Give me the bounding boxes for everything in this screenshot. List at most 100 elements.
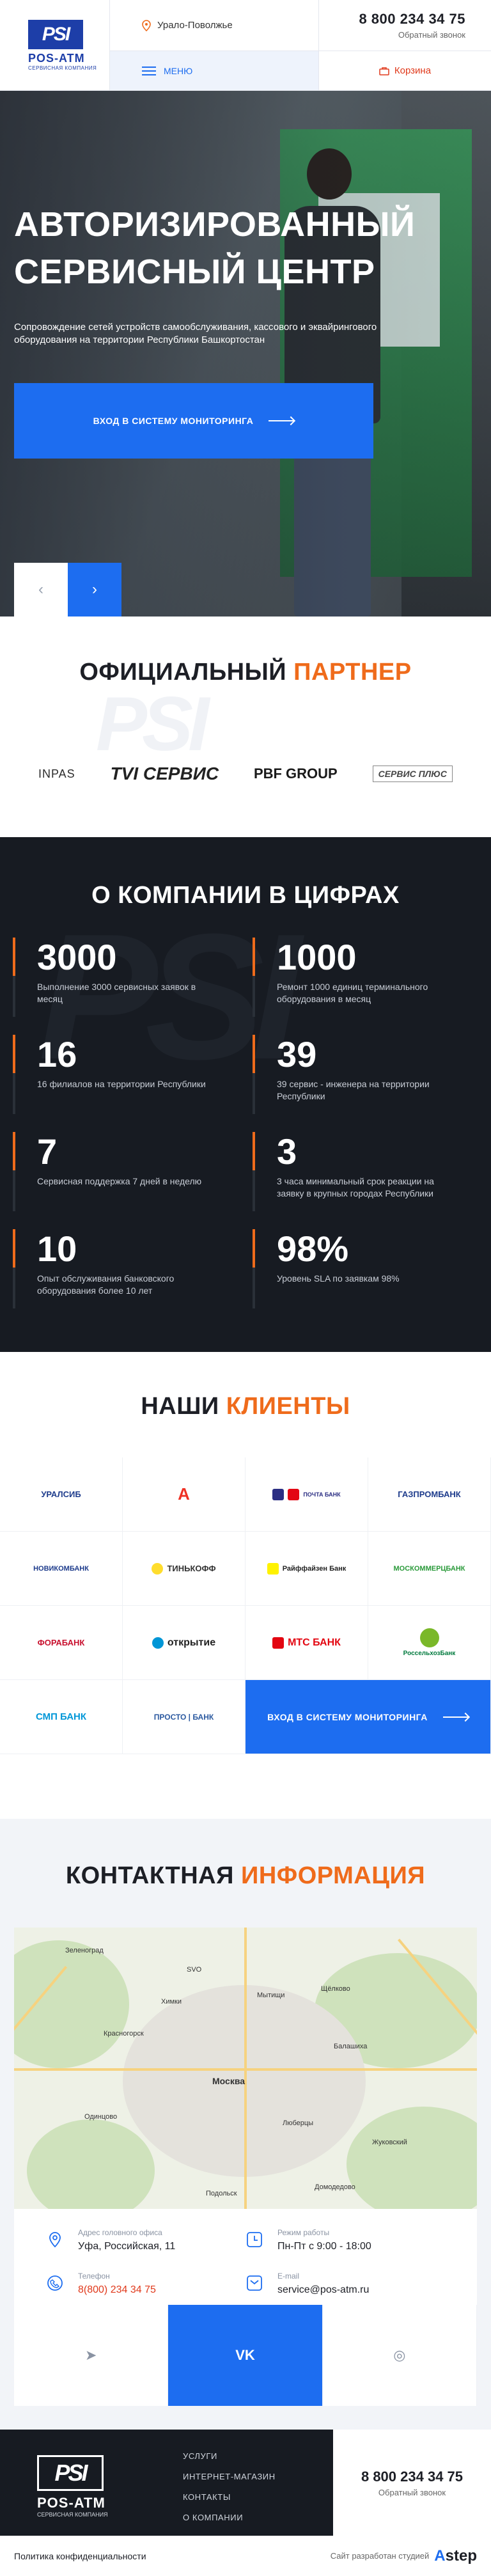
hero-slider-nav: ‹ › <box>14 563 121 617</box>
client-logo-novikombank[interactable]: НОВИКОМБАНК <box>0 1532 123 1606</box>
header-right: 8 800 234 34 75 Обратный звонок Корзина <box>318 0 491 90</box>
client-logo-tinkoff[interactable]: ТИНЬКОФФ <box>123 1532 246 1606</box>
partner-logo-inpas[interactable]: INPAS <box>38 767 75 781</box>
client-logo-rosselkhozbank[interactable]: РоссельхозБанк <box>368 1606 491 1680</box>
partner-logo-servis-plus[interactable]: СЕРВИС ПЛЮС <box>372 766 453 782</box>
rosselkhoz-icon <box>419 1628 439 1647</box>
instagram-icon: ◎ <box>393 2347 406 2363</box>
footer-link-services[interactable]: УСЛУГИ <box>183 2451 276 2461</box>
stat-text: Уровень SLA по заявкам 98% <box>277 1273 400 1284</box>
client-logo-moskommertsbank[interactable]: МОСКОММЕРЦБАНК <box>368 1532 491 1606</box>
client-name: ФОРАБАНК <box>37 1638 85 1647</box>
client-logo-mts[interactable]: МТС БАНК <box>246 1606 368 1680</box>
slider-next-button[interactable]: › <box>68 563 121 617</box>
map-label: Щёлково <box>321 1985 350 1993</box>
mail-icon <box>247 2275 262 2291</box>
hero-title: АВТОРИЗИРОВАННЫЙ СЕРВИСНЫЙ ЦЕНТР <box>14 205 416 291</box>
page: PSI POS-ATM СЕРВИСНАЯ КОМПАНИЯ Урало-Пов… <box>0 0 491 2576</box>
map-label: Химки <box>161 1998 182 2006</box>
phone-block: Телефон 8(800) 234 34 75 <box>46 2272 246 2301</box>
footer-link-contacts[interactable]: КОНТАКТЫ <box>183 2492 276 2502</box>
stat-text: 39 сервис - инженера на территории Респу… <box>277 1079 430 1101</box>
map[interactable]: Москва Зеленоград Химки Мытищи Щёлково Б… <box>14 1928 477 2209</box>
map-label: Красногорск <box>104 2030 144 2038</box>
client-logo-forabank[interactable]: ФОРАБАНК <box>0 1606 123 1680</box>
stat-number: 1000 <box>277 937 357 977</box>
client-name: СМП БАНК <box>35 1711 87 1722</box>
logo[interactable]: PSI POS-ATM СЕРВИСНАЯ КОМПАНИЯ <box>0 0 110 90</box>
clients-title-main: НАШИ <box>141 1393 219 1420</box>
stat-number: 98% <box>277 1229 349 1269</box>
client-logo-alfa[interactable]: А <box>123 1457 246 1532</box>
contacts-title-accent: ИНФОРМАЦИЯ <box>241 1862 426 1889</box>
stats-grid: 3000 Выполнение 3000 сервисных заявок в м… <box>0 938 491 1326</box>
telegram-button[interactable]: ➤ <box>14 2305 169 2406</box>
social-links: ➤ VK ◎ <box>14 2305 477 2406</box>
client-logo-otkritie[interactable]: открытие <box>123 1606 246 1680</box>
cart-button[interactable]: Корзина <box>319 51 491 90</box>
header-phone[interactable]: 8 800 234 34 75 <box>359 11 465 27</box>
privacy-policy-link[interactable]: Политика конфиденциальности <box>14 2551 146 2561</box>
header-middle: Урало-Поволжье МЕНЮ <box>110 0 318 90</box>
instagram-button[interactable]: ◎ <box>322 2305 477 2406</box>
slider-prev-button[interactable]: ‹ <box>14 563 68 617</box>
map-road <box>244 1928 247 2209</box>
footer-phone[interactable]: 8 800 234 34 75 <box>361 2469 463 2485</box>
map-label: Жуковский <box>372 2139 407 2146</box>
client-name: УРАЛСИБ <box>41 1489 81 1499</box>
footer-bottom: Политика конфиденциальности Сайт разрабо… <box>0 2536 491 2576</box>
header-phone-block: 8 800 234 34 75 Обратный звонок <box>319 0 491 51</box>
arrow-right-icon <box>269 420 295 421</box>
footer-phone-block: 8 800 234 34 75 Обратный звонок <box>333 2430 491 2536</box>
region-selector[interactable]: Урало-Поволжье <box>110 0 318 51</box>
map-label: Мытищи <box>257 1991 285 1999</box>
stat-text: Сервисная поддержка 7 дней в неделю <box>37 1176 202 1186</box>
client-logo-smp[interactable]: СМП БАНК <box>0 1680 123 1754</box>
map-label: Зеленоград <box>65 1947 104 1954</box>
footer-callback-link[interactable]: Обратный звонок <box>378 2488 446 2497</box>
footer-link-about[interactable]: О КОМПАНИИ <box>183 2513 276 2522</box>
hero-banner: АВТОРИЗИРОВАННЫЙ СЕРВИСНЫЙ ЦЕНТР Сопрово… <box>0 91 491 617</box>
client-logo-pochta[interactable]: ПОЧТА БАНК <box>246 1457 368 1532</box>
header: PSI POS-ATM СЕРВИСНАЯ КОМПАНИЯ Урало-Пов… <box>0 0 491 91</box>
stat-number: 10 <box>37 1229 77 1269</box>
contacts-section: КОНТАКТНАЯ ИНФОРМАЦИЯ Москва Зеленоград … <box>0 1819 491 2307</box>
partners-section: PSI ОФИЦИАЛЬНЫЙ ПАРТНЕР INPAS TVI СЕРВИС… <box>0 617 491 837</box>
partner-logo-pbf[interactable]: PBF GROUP <box>254 766 338 782</box>
footer-link-shop[interactable]: ИНТЕРНЕТ-МАГАЗИН <box>183 2472 276 2481</box>
stats-title: О КОМПАНИИ В ЦИФРАХ <box>91 882 400 909</box>
phone-value[interactable]: 8(800) 234 34 75 <box>78 2284 156 2296</box>
stat-item: 7 Сервисная поддержка 7 дней в неделю <box>13 1132 253 1229</box>
client-logo-gazprombank[interactable]: ГАЗПРОМБАНК <box>368 1457 491 1532</box>
address-value: Уфа, Российская, 11 <box>78 2241 176 2252</box>
clients-monitoring-button[interactable]: ВХОД В СИСТЕМУ МОНИТОРИНГА <box>246 1680 491 1754</box>
client-logo-grid: УРАЛСИБ А ПОЧТА БАНК ГАЗПРОМБАНК НОВИКОМ… <box>0 1457 491 1754</box>
hero-overlay <box>0 91 491 617</box>
map-forest <box>27 2119 155 2209</box>
contacts-title-main: КОНТАКТНАЯ <box>65 1862 234 1889</box>
vk-button[interactable]: VK <box>168 2305 323 2406</box>
client-logo-prosto[interactable]: ПРОСТО | БАНК <box>123 1680 246 1754</box>
developer-label: Сайт разработан студией <box>330 2551 430 2561</box>
developer-credit[interactable]: Сайт разработан студией Astep <box>331 2547 477 2565</box>
telegram-icon: ➤ <box>84 2347 97 2363</box>
client-logo-raiffeisen[interactable]: Райффайзен Банк <box>246 1532 368 1606</box>
monitoring-login-button[interactable]: ВХОД В СИСТЕМУ МОНИТОРИНГА <box>14 383 373 459</box>
map-label: Одинцово <box>84 2113 118 2121</box>
cart-icon <box>379 67 389 75</box>
stat-text: Опыт обслуживания банковского оборудован… <box>37 1273 175 1296</box>
callback-link[interactable]: Обратный звонок <box>398 30 465 40</box>
map-forest <box>14 1940 129 2068</box>
menu-button[interactable]: МЕНЮ <box>110 51 318 90</box>
clients-title: НАШИ КЛИЕНТЫ <box>0 1352 491 1420</box>
stat-text: Ремонт 1000 единиц терминального оборудо… <box>277 982 428 1004</box>
partner-logo-tvi[interactable]: TVI СЕРВИС <box>111 764 219 784</box>
client-name: ПОЧТА БАНК <box>303 1491 341 1498</box>
monitoring-login-label: ВХОД В СИСТЕМУ МОНИТОРИНГА <box>93 416 254 426</box>
footer-logo[interactable]: PSI POS-ATM СЕРВИСНАЯ КОМПАНИЯ <box>37 2455 120 2518</box>
stat-item: 3000 Выполнение 3000 сервисных заявок в м… <box>13 938 253 1035</box>
email-value[interactable]: service@pos-atm.ru <box>277 2284 369 2296</box>
map-label: SVO <box>187 1966 202 1974</box>
client-logo-uralsib[interactable]: УРАЛСИБ <box>0 1457 123 1532</box>
stat-text: Выполнение 3000 сервисных заявок в месяц <box>37 982 196 1004</box>
